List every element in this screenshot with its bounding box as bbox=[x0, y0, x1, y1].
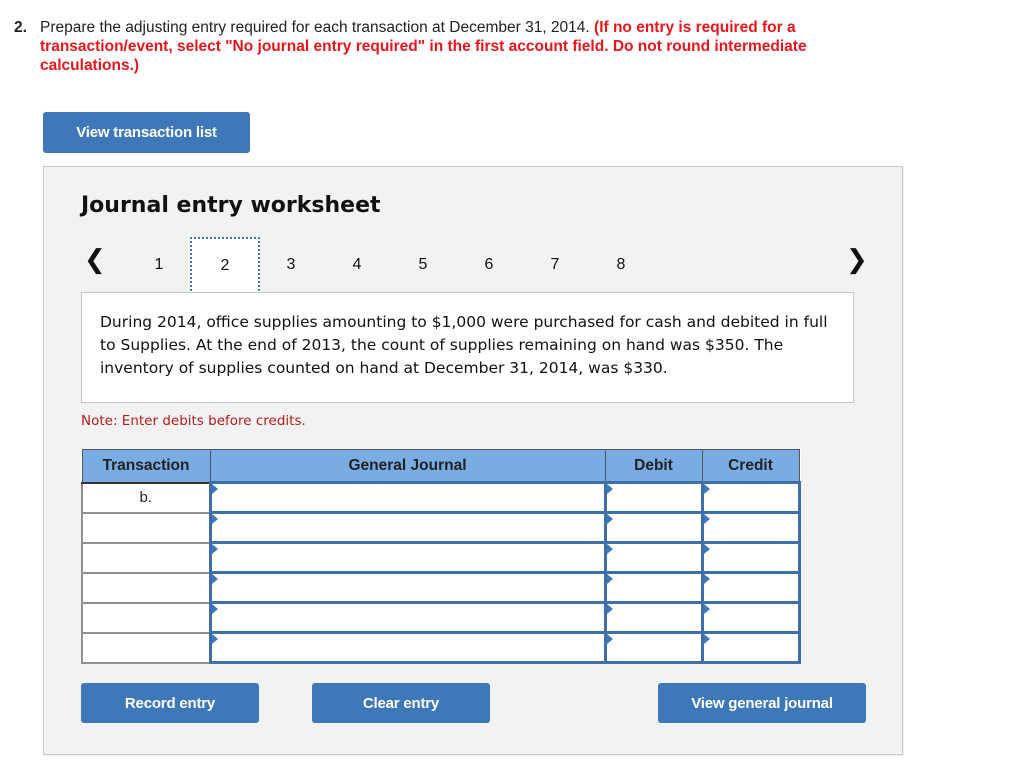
question-body: Prepare the adjusting entry required for… bbox=[40, 18, 820, 75]
debit-input[interactable] bbox=[603, 511, 704, 544]
table-row bbox=[81, 511, 801, 544]
view-transaction-list-button[interactable]: View transaction list bbox=[43, 112, 250, 153]
credit-input[interactable] bbox=[700, 541, 801, 574]
page-2-active[interactable]: 2 bbox=[190, 237, 260, 295]
chevron-right-icon[interactable]: ❯ bbox=[846, 247, 868, 273]
debit-input[interactable] bbox=[603, 481, 704, 514]
page-3[interactable]: 3 bbox=[256, 239, 326, 291]
transaction-cell bbox=[81, 541, 211, 574]
record-entry-button[interactable]: Record entry bbox=[81, 683, 259, 723]
transaction-cell bbox=[81, 631, 211, 664]
account-dropdown[interactable] bbox=[208, 511, 607, 544]
header-credit: Credit bbox=[701, 449, 800, 484]
transaction-cell: b. bbox=[81, 481, 211, 514]
credit-input[interactable] bbox=[700, 601, 801, 634]
credit-input[interactable] bbox=[700, 481, 801, 514]
debit-input[interactable] bbox=[603, 601, 704, 634]
account-dropdown[interactable] bbox=[208, 631, 607, 664]
table-row bbox=[81, 601, 801, 634]
credit-input[interactable] bbox=[700, 511, 801, 544]
table-row bbox=[81, 631, 801, 664]
clear-entry-button[interactable]: Clear entry bbox=[312, 683, 490, 723]
account-dropdown[interactable] bbox=[208, 601, 607, 634]
page-8[interactable]: 8 bbox=[586, 239, 656, 291]
worksheet-pager: ❮ 1 2 3 4 5 6 7 8 ❯ bbox=[44, 235, 904, 297]
journal-entry-worksheet: Journal entry worksheet ❮ 1 2 3 4 5 6 7 … bbox=[43, 166, 903, 755]
page-4[interactable]: 4 bbox=[322, 239, 392, 291]
question-number: 2. bbox=[14, 19, 27, 36]
credit-input[interactable] bbox=[700, 631, 801, 664]
header-debit: Debit bbox=[604, 449, 703, 484]
question: 2. Prepare the adjusting entry required … bbox=[14, 18, 814, 74]
debit-input[interactable] bbox=[603, 541, 704, 574]
account-dropdown[interactable] bbox=[208, 571, 607, 604]
worksheet-title: Journal entry worksheet bbox=[81, 193, 381, 218]
header-transaction: Transaction bbox=[81, 449, 211, 484]
debit-input[interactable] bbox=[603, 571, 704, 604]
journal-table: Transaction General Journal Debit Credit… bbox=[81, 449, 801, 664]
transaction-cell bbox=[81, 511, 211, 544]
credit-input[interactable] bbox=[700, 571, 801, 604]
question-text: Prepare the adjusting entry required for… bbox=[40, 19, 590, 36]
page-1[interactable]: 1 bbox=[124, 239, 194, 291]
account-dropdown[interactable] bbox=[208, 541, 607, 574]
journal-header-row: Transaction General Journal Debit Credit bbox=[81, 449, 800, 484]
transaction-description: During 2014, office supplies amounting t… bbox=[81, 292, 854, 403]
table-row: b. bbox=[81, 481, 801, 514]
page-5[interactable]: 5 bbox=[388, 239, 458, 291]
page-7[interactable]: 7 bbox=[520, 239, 590, 291]
header-general-journal: General Journal bbox=[209, 449, 606, 484]
table-row bbox=[81, 571, 801, 604]
view-general-journal-button[interactable]: View general journal bbox=[658, 683, 866, 723]
transaction-cell bbox=[81, 601, 211, 634]
account-dropdown[interactable] bbox=[208, 481, 607, 514]
transaction-cell bbox=[81, 571, 211, 604]
debit-credit-note: Note: Enter debits before credits. bbox=[81, 413, 306, 429]
chevron-left-icon[interactable]: ❮ bbox=[84, 247, 106, 273]
table-row bbox=[81, 541, 801, 574]
debit-input[interactable] bbox=[603, 631, 704, 664]
page-6[interactable]: 6 bbox=[454, 239, 524, 291]
